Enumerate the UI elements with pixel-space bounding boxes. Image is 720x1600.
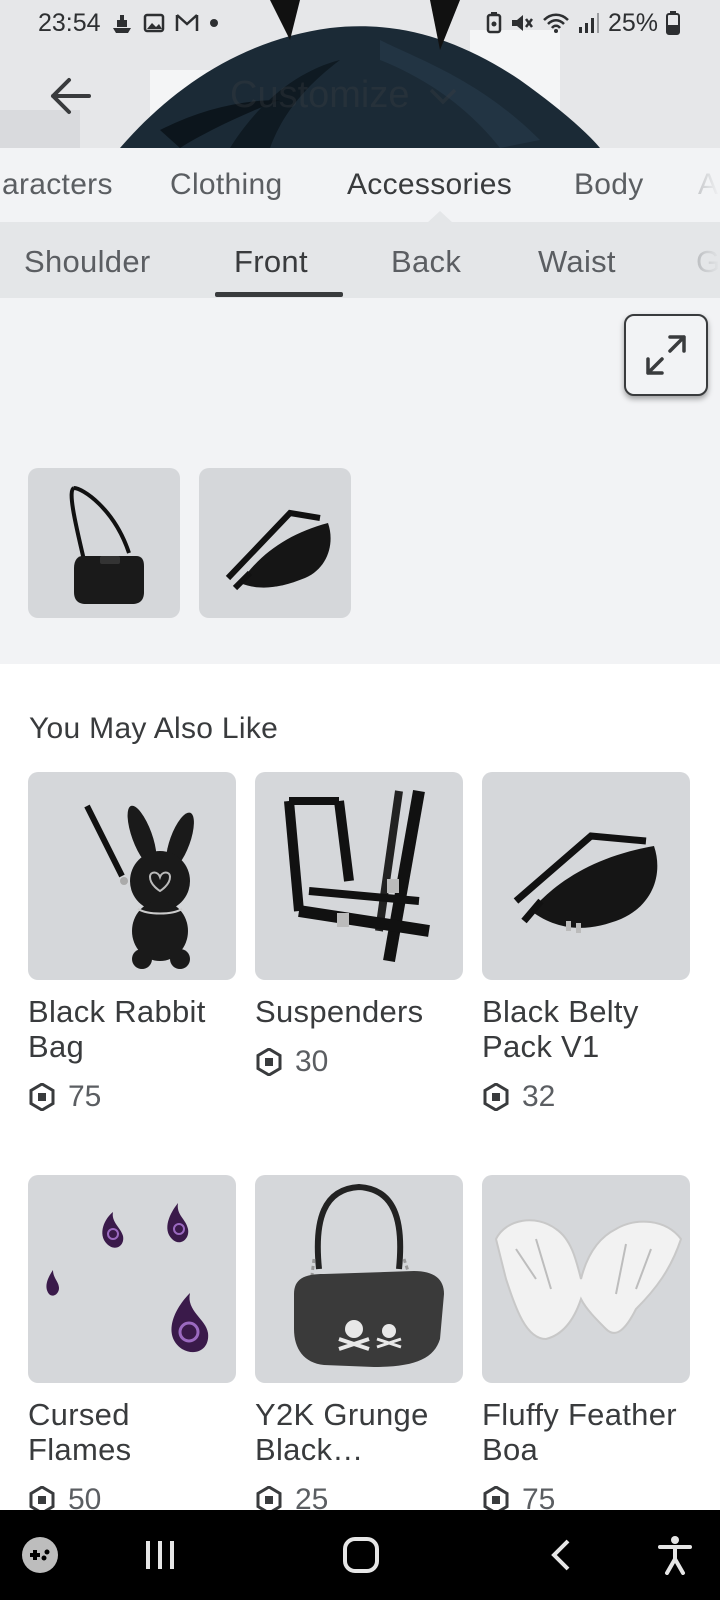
rabbit-bag-icon (84, 804, 194, 969)
item-price: 30 (255, 1045, 463, 1079)
recent-apps-icon (146, 1541, 174, 1569)
accessibility-icon (658, 1536, 692, 1575)
image-icon (143, 13, 164, 33)
subtab-back[interactable]: Back (391, 244, 461, 280)
dot-icon (209, 19, 218, 27)
catalog-item-card[interactable]: Cursed Flames 50 (28, 1175, 236, 1517)
item-thumbnail (482, 772, 690, 980)
active-tab-pointer (427, 211, 453, 223)
clock: 23:54 (38, 8, 101, 37)
item-price: 75 (28, 1080, 236, 1114)
accessibility-button[interactable] (650, 1530, 700, 1580)
recent-apps-button[interactable] (135, 1530, 185, 1580)
item-name: Black Belty Pack V1 (482, 994, 639, 1064)
item-thumbnail (255, 1175, 463, 1383)
item-thumbnail (28, 1175, 236, 1383)
crossbody-bag-icon (69, 486, 144, 604)
wifi-icon (543, 13, 569, 33)
belt-bag-icon (225, 509, 331, 591)
page-title: Customize (230, 74, 410, 116)
subtab-shoulder[interactable]: Shoulder (24, 244, 151, 280)
equipped-item-belt-bag[interactable] (199, 468, 351, 618)
home-icon (343, 1537, 379, 1573)
arrow-left-icon (51, 78, 91, 114)
item-name: Y2K Grunge Black… (255, 1397, 429, 1467)
item-price: 32 (482, 1080, 690, 1114)
active-subtab-indicator (215, 292, 343, 297)
belt-bag-icon (513, 832, 658, 933)
mute-icon (511, 15, 533, 31)
signal-icon (578, 13, 599, 33)
item-name: Cursed Flames (28, 1397, 132, 1467)
catalog-item-card[interactable]: Suspenders 30 (255, 772, 463, 1079)
expand-button[interactable] (624, 314, 708, 396)
catalog-item-card[interactable]: Black Rabbit Bag 75 (28, 772, 236, 1114)
price-value: 32 (522, 1080, 556, 1113)
category-tabs: aracters Clothing Accessories Body A (0, 148, 720, 222)
catalog-item-card[interactable]: Black Belty Pack V1 32 (482, 772, 690, 1114)
equipped-item-crossbody-bag[interactable] (28, 468, 180, 618)
expand-icon (646, 335, 686, 375)
status-bar: 23:54 25% (0, 0, 720, 46)
game-controller-icon (22, 1537, 58, 1573)
item-name: Fluffy Feather Boa (482, 1397, 677, 1467)
robux-icon (483, 1083, 509, 1111)
item-name: Suspenders (255, 994, 424, 1029)
section-title: You May Also Like (29, 712, 279, 745)
suspenders-icon (284, 789, 430, 963)
tab-accessories[interactable]: Accessories (347, 168, 512, 202)
back-button[interactable] (44, 70, 96, 122)
avatar-preview-header: 23:54 25% Customize (0, 0, 720, 148)
game-launcher-button[interactable] (15, 1530, 65, 1580)
item-thumbnail (482, 1175, 690, 1383)
chevron-down-icon (429, 88, 456, 104)
back-nav-button[interactable] (536, 1530, 586, 1580)
robux-icon (29, 1083, 55, 1111)
subtab-waist[interactable]: Waist (538, 244, 616, 280)
ship-icon (112, 15, 131, 33)
subtabs-fade (640, 222, 720, 298)
back-icon (551, 1539, 570, 1571)
price-value: 75 (68, 1080, 102, 1113)
item-name: Black Rabbit Bag (28, 994, 206, 1064)
tabs-fade (640, 148, 720, 222)
item-thumbnail (28, 772, 236, 980)
catalog-item-card[interactable]: Y2K Grunge Black… 25 (255, 1175, 463, 1517)
catalog-item-card[interactable]: Fluffy Feather Boa 75 (482, 1175, 690, 1517)
price-value: 30 (295, 1045, 329, 1078)
battery-icon (666, 11, 680, 35)
item-thumbnail (255, 772, 463, 980)
tab-clothing[interactable]: Clothing (170, 168, 282, 202)
gmail-icon (175, 14, 198, 31)
android-nav-bar (0, 1510, 720, 1600)
subtab-front[interactable]: Front (234, 244, 308, 280)
robux-icon (256, 1048, 282, 1076)
battery-saver-icon (486, 12, 502, 34)
purse-icon (294, 1183, 444, 1367)
battery-percent: 25% (607, 8, 658, 37)
home-button[interactable] (336, 1530, 386, 1580)
tab-characters[interactable]: aracters (2, 168, 113, 202)
flames-icon (46, 1203, 209, 1353)
tab-body[interactable]: Body (574, 168, 644, 202)
page-title-dropdown[interactable]: Customize (230, 74, 458, 117)
feather-boa-icon (494, 1219, 683, 1341)
subcategory-tabs: Shoulder Front Back Waist G (0, 222, 720, 298)
